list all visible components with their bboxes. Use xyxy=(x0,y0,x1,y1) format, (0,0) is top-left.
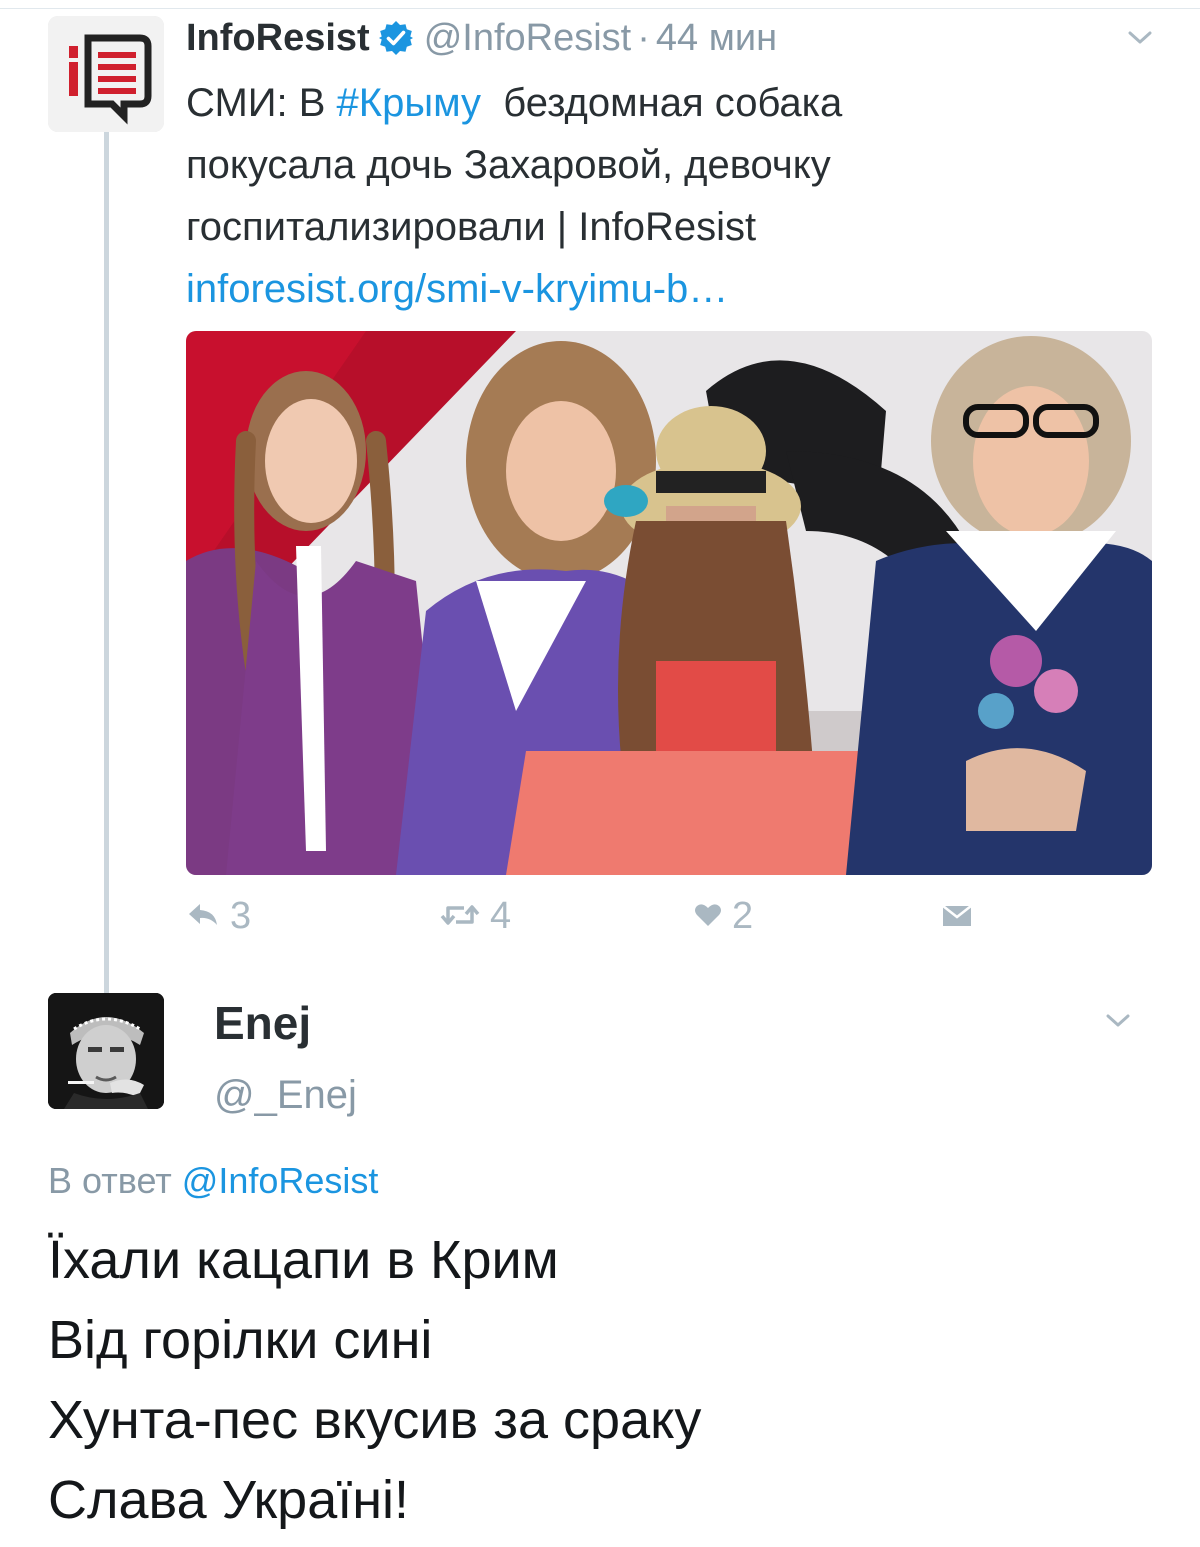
like-count: 2 xyxy=(732,894,754,937)
tweet1-text-line-1: СМИ: В #Крыму бездомная собака xyxy=(186,72,1086,134)
like-button[interactable]: 2 xyxy=(694,888,753,944)
reply-prefix: В ответ xyxy=(48,1160,182,1201)
tweet1-photo[interactable] xyxy=(186,331,1152,875)
reply-button[interactable]: 3 xyxy=(186,888,251,944)
direct-message-button[interactable] xyxy=(942,888,982,944)
tweet2-line-2: Від горілки сині xyxy=(48,1310,433,1370)
tweet2-line-4: Слава Україні! xyxy=(48,1470,410,1530)
tweet1-text: СМИ: В #Крыму бездомная собака покусала … xyxy=(186,72,1086,320)
tweet1-article-link[interactable]: inforesist.org/smi-v-kryimu-b… xyxy=(186,258,1086,320)
retweet-button[interactable]: 4 xyxy=(440,888,511,944)
tweet2-line-1: Їхали кацапи в Крим xyxy=(48,1230,559,1290)
tweet1-separator: · xyxy=(637,16,650,59)
top-divider xyxy=(0,8,1200,9)
reply-count: 3 xyxy=(230,894,252,937)
tweet1-author-name[interactable]: InfoResist xyxy=(186,17,370,60)
hashtag-link[interactable]: #Крыму xyxy=(337,81,482,125)
tweet1-handle[interactable]: @InfoResist xyxy=(424,17,632,60)
heart-icon xyxy=(694,895,732,938)
tweet2-handle[interactable]: @_Enej xyxy=(214,1067,357,1123)
chevron-down-icon[interactable] xyxy=(1103,1011,1133,1031)
retweet-count: 4 xyxy=(490,894,512,937)
inforesist-avatar[interactable] xyxy=(48,16,164,132)
tweet1-header: InfoResist @InfoResist · 44 мин xyxy=(186,10,777,66)
tweet1-text-line-3: госпитализировали | InfoResist xyxy=(186,205,757,249)
tweet1-text-line-2: покусала дочь Захаровой, девочку xyxy=(186,143,831,187)
inforesist-logo xyxy=(48,16,164,132)
group-photo-image xyxy=(186,331,1152,875)
reply-icon xyxy=(186,895,230,938)
tweet1-action-bar: 3 4 2 xyxy=(186,888,1086,944)
retweet-icon xyxy=(440,895,490,938)
tweet1-timestamp[interactable]: 44 мин xyxy=(656,17,777,60)
verified-badge-icon xyxy=(378,20,414,56)
chevron-down-icon[interactable] xyxy=(1125,28,1155,48)
reply-mention-link[interactable]: @InfoResist xyxy=(182,1160,379,1201)
tweet2-line-3: Хунта-пес вкусив за сраку xyxy=(48,1390,702,1450)
direct-message-icon xyxy=(942,895,982,938)
thread-connector-line xyxy=(104,132,109,994)
tweet1-text-prefix: СМИ: В xyxy=(186,81,337,125)
tweet1-text-suffix: бездомная собака xyxy=(481,81,843,125)
tweet2-text: Їхали кацапи в Крим Від горілки сині Хун… xyxy=(48,1220,1168,1540)
enej-avatar[interactable] xyxy=(48,993,164,1109)
enej-profile-image xyxy=(48,993,164,1109)
reply-context: В ответ @InfoResist xyxy=(48,1158,378,1204)
tweet2-author-name[interactable]: Enej xyxy=(214,995,311,1051)
